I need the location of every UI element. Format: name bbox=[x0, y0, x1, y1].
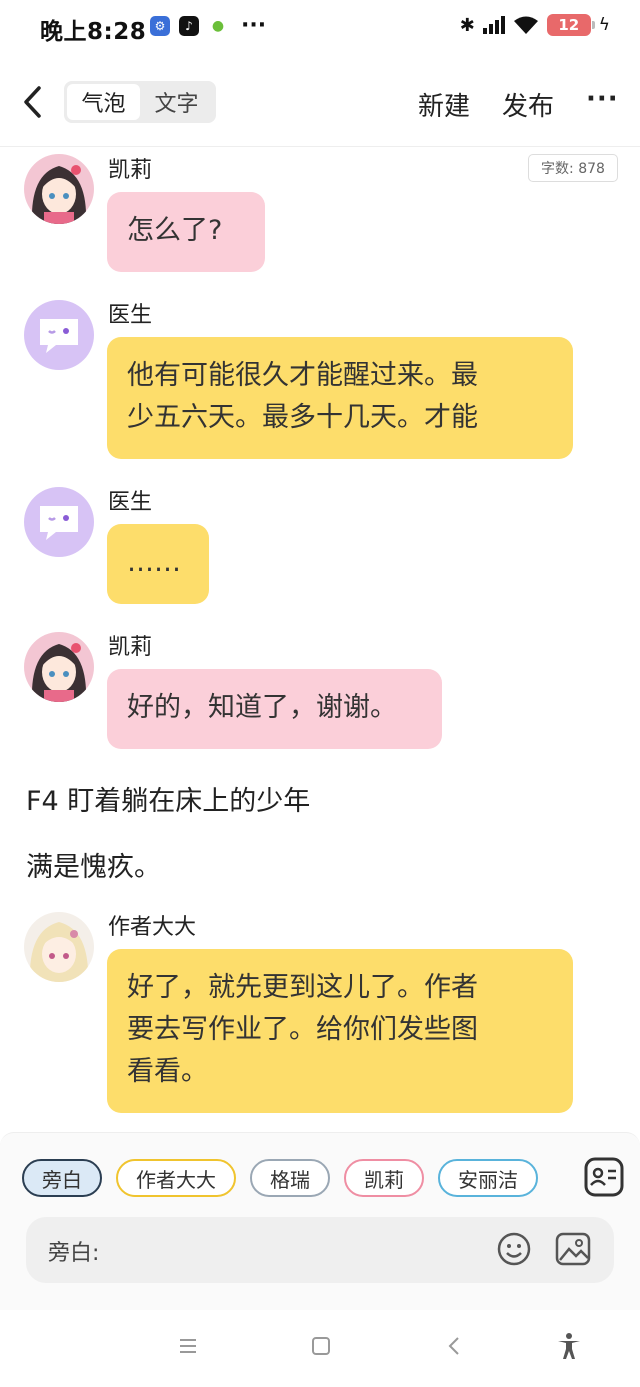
status-bar: 晚上8:28 ⚙ ♪ ● ··· ✱ 12 ϟ bbox=[0, 0, 640, 58]
girl-avatar-icon bbox=[24, 154, 94, 224]
editor-header: 气泡 文字 新建 发布 ··· bbox=[0, 70, 640, 138]
message-line: 要去写作业了。给你们发些图 bbox=[127, 1014, 478, 1045]
chat-bubble-face-icon bbox=[40, 319, 78, 353]
header-divider bbox=[0, 146, 640, 147]
home-icon[interactable] bbox=[311, 1336, 331, 1356]
battery-level: 12 bbox=[558, 16, 580, 34]
girl-avatar-icon bbox=[24, 632, 94, 702]
back-icon[interactable] bbox=[18, 84, 48, 120]
message-bubble[interactable]: …… bbox=[107, 524, 209, 604]
narration-text[interactable]: F4 盯着躺在床上的少年 bbox=[26, 779, 310, 818]
message-input[interactable]: 旁白: bbox=[26, 1217, 614, 1283]
role-chip-author[interactable]: 作者大大 bbox=[116, 1159, 236, 1197]
image-icon[interactable] bbox=[554, 1231, 592, 1267]
message-bubble[interactable]: 怎么了? bbox=[107, 192, 265, 272]
message-line: 看看。 bbox=[127, 1056, 208, 1087]
emoji-icon[interactable] bbox=[496, 1231, 532, 1267]
composer-panel: 旁白 作者大大 格瑞 凯莉 安丽洁 旁白: bbox=[0, 1132, 640, 1310]
message-line: 好了，就先更到这儿了。作者 bbox=[127, 972, 478, 1003]
status-time: 晚上8:28 bbox=[40, 19, 147, 45]
charging-icon: ϟ bbox=[598, 15, 610, 35]
message-bubble[interactable]: 他有可能很久才能醒过来。最 少五六天。最多十几天。才能 bbox=[107, 337, 573, 459]
narration-text[interactable]: 满是愧疚。 bbox=[26, 845, 161, 884]
system-nav-bar bbox=[0, 1310, 640, 1387]
message-bubble[interactable]: 好的，知道了，谢谢。 bbox=[107, 669, 442, 749]
tab-text[interactable]: 文字 bbox=[140, 84, 213, 120]
signal-icon bbox=[482, 16, 505, 34]
input-role-label: 旁白: bbox=[48, 1241, 100, 1266]
bluetooth-icon: ✱ bbox=[459, 14, 475, 36]
chat-bubble-face-icon bbox=[40, 506, 78, 540]
status-notification-icons: ⚙ ♪ ● ··· bbox=[150, 13, 267, 38]
role-chip-anlijie[interactable]: 安丽洁 bbox=[438, 1159, 538, 1197]
accessibility-icon[interactable] bbox=[556, 1332, 582, 1360]
tab-bubble[interactable]: 气泡 bbox=[67, 84, 140, 120]
avatar-doctor[interactable] bbox=[24, 300, 94, 370]
avatar-kaili[interactable] bbox=[24, 632, 94, 702]
blonde-girl-avatar-icon bbox=[24, 912, 94, 982]
role-chip-narrator[interactable]: 旁白 bbox=[22, 1159, 102, 1197]
message-bubble[interactable]: 好了，就先更到这儿了。作者 要去写作业了。给你们发些图 看看。 bbox=[107, 949, 573, 1113]
message-line: 他有可能很久才能醒过来。最 bbox=[127, 360, 478, 391]
wifi-icon bbox=[513, 16, 538, 34]
avatar-kaili[interactable] bbox=[24, 154, 94, 224]
publish-button[interactable]: 发布 bbox=[502, 86, 554, 123]
avatar-doctor[interactable] bbox=[24, 487, 94, 557]
settings-icon: ⚙ bbox=[150, 16, 170, 36]
role-chip-gerui[interactable]: 格瑞 bbox=[250, 1159, 330, 1197]
menu-icon[interactable] bbox=[178, 1336, 198, 1356]
word-count-badge: 字数: 878 bbox=[528, 154, 618, 182]
role-selector: 旁白 作者大大 格瑞 凯莉 安丽洁 bbox=[22, 1159, 568, 1197]
more-dots-icon: ··· bbox=[241, 13, 267, 38]
mode-switch: 气泡 文字 bbox=[64, 81, 216, 123]
status-system-icons: ✱ 12 ϟ bbox=[460, 14, 610, 36]
message-line: 少五六天。最多十几天。才能 bbox=[127, 402, 478, 433]
tiktok-icon: ♪ bbox=[179, 16, 199, 36]
speaker-name: 医生 bbox=[108, 303, 153, 328]
speaker-name: 医生 bbox=[108, 490, 153, 515]
character-list-icon[interactable] bbox=[584, 1157, 624, 1197]
more-menu-icon[interactable]: ··· bbox=[586, 84, 619, 114]
role-chip-kaili[interactable]: 凯莉 bbox=[344, 1159, 424, 1197]
avatar-author[interactable] bbox=[24, 912, 94, 982]
battery-icon: 12 bbox=[546, 14, 595, 36]
new-button[interactable]: 新建 bbox=[418, 86, 470, 123]
wechat-icon: ● bbox=[211, 18, 225, 34]
speaker-name: 凯莉 bbox=[108, 158, 153, 183]
speaker-name: 作者大大 bbox=[108, 915, 197, 940]
speaker-name: 凯莉 bbox=[108, 635, 153, 660]
back-icon[interactable] bbox=[446, 1336, 462, 1356]
